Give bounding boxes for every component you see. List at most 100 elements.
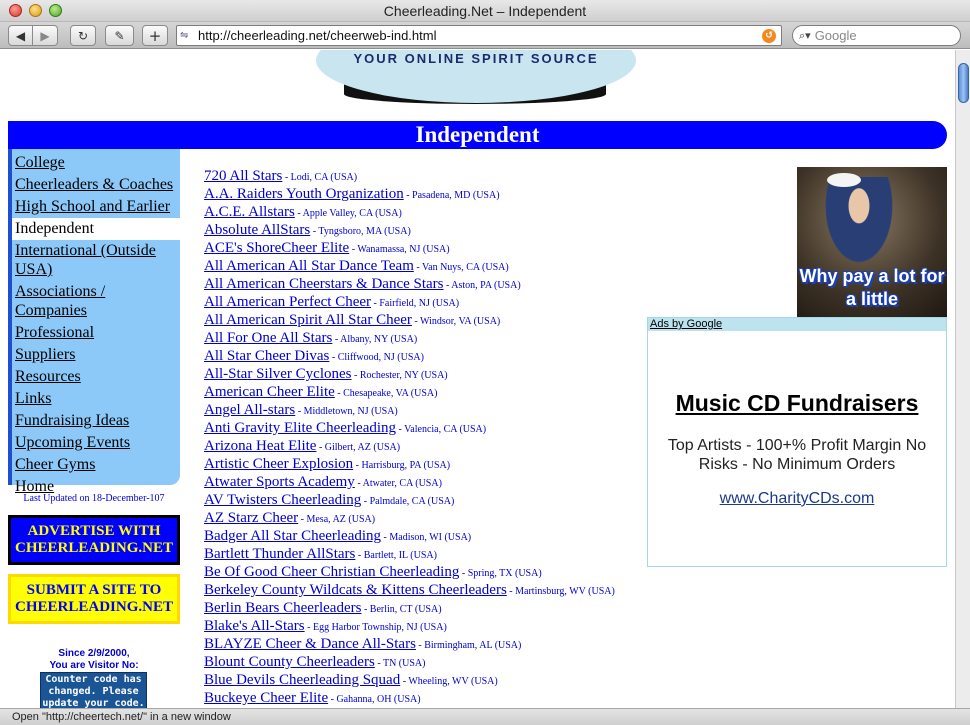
list-item: Buckeye Cheer Elite - Gahanna, OH (USA) bbox=[204, 689, 644, 707]
back-button[interactable]: ◀ bbox=[8, 25, 33, 46]
sidebar-item-associations[interactable]: Associations / Companies bbox=[12, 281, 180, 322]
listing-link[interactable]: Blue Devils Cheerleading Squad bbox=[204, 672, 400, 688]
list-item: Blue Devils Cheerleading Squad - Wheelin… bbox=[204, 671, 644, 689]
listing-link[interactable]: All American Spirit All Star Cheer bbox=[204, 312, 412, 328]
sidebar-item-upcoming-events[interactable]: Upcoming Events bbox=[12, 432, 180, 454]
listing-link[interactable]: BLAYZE Cheer & Dance All-Stars bbox=[204, 636, 416, 652]
list-item: Atwater Sports Academy - Atwater, CA (US… bbox=[204, 473, 644, 491]
scroll-thumb[interactable] bbox=[958, 63, 969, 103]
listing-link[interactable]: Arizona Heat Elite bbox=[204, 438, 316, 454]
listing-location: - Harrisburg, PA (USA) bbox=[353, 460, 451, 471]
listing-link[interactable]: Blake's All-Stars bbox=[204, 618, 305, 634]
snapback-icon[interactable]: ↺ bbox=[762, 28, 776, 43]
listing-link[interactable]: AZ Starz Cheer bbox=[204, 510, 298, 526]
list-item: All American All Star Dance Team - Van N… bbox=[204, 257, 644, 275]
listing-link[interactable]: Berkeley County Wildcats & Kittens Cheer… bbox=[204, 582, 507, 598]
address-bar[interactable]: ⇋ http://cheerleading.net/cheerweb-ind.h… bbox=[176, 25, 782, 46]
listing-link[interactable]: A.A. Raiders Youth Organization bbox=[204, 186, 404, 202]
vertical-scrollbar[interactable] bbox=[955, 50, 970, 708]
visitor-counter-label: Since 2/9/2000, You are Visitor No: bbox=[8, 648, 180, 672]
listing-link[interactable]: All For One All Stars bbox=[204, 330, 332, 346]
listing-link[interactable]: Absolute AllStars bbox=[204, 222, 310, 238]
listing-location: - Middletown, NJ (USA) bbox=[295, 406, 398, 417]
list-item: 720 All Stars - Lodi, CA (USA) bbox=[204, 167, 644, 185]
listing-location: - Rochester, NY (USA) bbox=[351, 370, 448, 381]
listing-link[interactable]: All American Perfect Cheer bbox=[204, 294, 371, 310]
sidebar-item-high-school[interactable]: High School and Earlier bbox=[12, 196, 180, 218]
listing-link[interactable]: All American All Star Dance Team bbox=[204, 258, 414, 274]
list-item: BLAYZE Cheer & Dance All-Stars - Birming… bbox=[204, 635, 644, 653]
search-field[interactable]: ⌕▾ Google bbox=[792, 25, 961, 46]
sidebar-item-resources[interactable]: Resources bbox=[12, 366, 180, 388]
listing-link[interactable]: Bartlett Thunder AllStars bbox=[204, 546, 355, 562]
add-bookmark-button[interactable]: + bbox=[142, 25, 168, 46]
listing-link[interactable]: 720 All Stars bbox=[204, 168, 282, 184]
search-placeholder: Google bbox=[814, 28, 857, 43]
listing-location: - Gilbert, AZ (USA) bbox=[316, 442, 401, 453]
sidebar-item-links[interactable]: Links bbox=[12, 388, 180, 410]
reload-button[interactable]: ↻ bbox=[70, 25, 96, 46]
sidebar-nav: College Cheerleaders & Coaches High Scho… bbox=[8, 149, 180, 495]
sidebar-item-suppliers[interactable]: Suppliers bbox=[12, 344, 180, 366]
listing-location: - Lodi, CA (USA) bbox=[282, 172, 358, 183]
sidebar-item-cheer-gyms[interactable]: Cheer Gyms bbox=[12, 454, 180, 476]
ad-description: Top Artists - 100+% Profit Margin No Ris… bbox=[667, 437, 927, 473]
listing-location: - Apple Valley, CA (USA) bbox=[294, 208, 402, 219]
list-item: Be Of Good Cheer Christian Cheerleading … bbox=[204, 563, 644, 581]
submit-site-button[interactable]: SUBMIT A SITE TO CHEERLEADING.NET bbox=[8, 574, 180, 624]
bug-report-button[interactable]: ✎ bbox=[105, 25, 134, 46]
browser-toolbar: ◀ ▶ ↻ ✎ + ⇋ http://cheerleading.net/chee… bbox=[0, 22, 970, 49]
listing-location: - Mesa, AZ (USA) bbox=[298, 514, 376, 525]
list-item: All-Star Silver Cyclones - Rochester, NY… bbox=[204, 365, 644, 383]
listing-link[interactable]: Buckeye Cheer Elite bbox=[204, 690, 328, 706]
listing-link[interactable]: ACE's ShoreCheer Elite bbox=[204, 240, 349, 256]
sidebar-item-international[interactable]: International (Outside USA) bbox=[12, 240, 180, 281]
listing-location: - Tyngsboro, MA (USA) bbox=[310, 226, 411, 237]
listing-location: - Chesapeake, VA (USA) bbox=[334, 388, 438, 399]
visitor-counter[interactable]: Counter code has changed. Please update … bbox=[40, 672, 147, 708]
listing-location: - Valencia, CA (USA) bbox=[396, 424, 487, 435]
sidebar-item-professional[interactable]: Professional bbox=[12, 322, 180, 344]
listing-link[interactable]: All-Star Silver Cyclones bbox=[204, 366, 351, 382]
forward-button[interactable]: ▶ bbox=[33, 25, 58, 46]
listing-link[interactable]: Blount County Cheerleaders bbox=[204, 654, 375, 670]
list-item: Blount County Cheerleaders - TN (USA) bbox=[204, 653, 644, 671]
visitor-number-label: You are Visitor No: bbox=[49, 660, 139, 671]
listing-link[interactable]: Angel All-stars bbox=[204, 402, 295, 418]
bug-icon: ✎ bbox=[114, 28, 125, 43]
listing-location: - Van Nuys, CA (USA) bbox=[413, 262, 509, 273]
sidebar-item-college[interactable]: College bbox=[12, 152, 180, 174]
cheerleader-photo bbox=[819, 177, 899, 273]
sidebar-item-fundraising[interactable]: Fundraising Ideas bbox=[12, 410, 180, 432]
ads-by-google-link[interactable]: Ads by Google bbox=[648, 318, 946, 331]
sidebar-item-cheerleaders-coaches[interactable]: Cheerleaders & Coaches bbox=[12, 174, 180, 196]
list-item: Badger All Star Cheerleading - Madison, … bbox=[204, 527, 644, 545]
list-item: A.C.E. Allstars - Apple Valley, CA (USA) bbox=[204, 203, 644, 221]
listing-location: - Wheeling, WV (USA) bbox=[400, 676, 498, 687]
ad-banner-image[interactable]: Why pay a lot for a little bbox=[797, 167, 947, 317]
since-date: Since 2/9/2000, bbox=[58, 648, 130, 659]
listing-link[interactable]: Anti Gravity Elite Cheerleading bbox=[204, 420, 396, 436]
listing-location: - Bartlett, IL (USA) bbox=[355, 550, 437, 561]
listing-location: - Martinsburg, WV (USA) bbox=[506, 586, 615, 597]
listing-location: - Windsor, VA (USA) bbox=[411, 316, 501, 327]
listing-link[interactable]: Badger All Star Cheerleading bbox=[204, 528, 381, 544]
listing-link[interactable]: Berlin Bears Cheerleaders bbox=[204, 600, 361, 616]
list-item: Berlin Bears Cheerleaders - Berlin, CT (… bbox=[204, 599, 644, 617]
listing-link[interactable]: A.C.E. Allstars bbox=[204, 204, 295, 220]
listing-link[interactable]: All American Cheerstars & Dance Stars bbox=[204, 276, 444, 292]
url-text[interactable]: http://cheerleading.net/cheerweb-ind.htm… bbox=[198, 28, 762, 43]
listing-link[interactable]: American Cheer Elite bbox=[204, 384, 335, 400]
listing-link[interactable]: Atwater Sports Academy bbox=[204, 474, 355, 490]
window-title: Cheerleading.Net – Independent bbox=[383, 3, 587, 19]
advertise-button[interactable]: ADVERTISE WITH CHEERLEADING.NET bbox=[8, 515, 180, 565]
listing-link[interactable]: All Star Cheer Divas bbox=[204, 348, 329, 364]
listing-location: - Pasadena, MD (USA) bbox=[403, 190, 500, 201]
list-item: AV Twisters Cheerleading - Palmdale, CA … bbox=[204, 491, 644, 509]
listing-link[interactable]: Artistic Cheer Explosion bbox=[204, 456, 353, 472]
listing-link[interactable]: Be Of Good Cheer Christian Cheerleading bbox=[204, 564, 459, 580]
listing-link[interactable]: AV Twisters Cheerleading bbox=[204, 492, 361, 508]
listing-location: - Albany, NY (USA) bbox=[332, 334, 418, 345]
ad-url-link[interactable]: www.CharityCDs.com bbox=[648, 490, 946, 508]
ad-title-link[interactable]: Music CD Fundraisers bbox=[648, 390, 946, 417]
